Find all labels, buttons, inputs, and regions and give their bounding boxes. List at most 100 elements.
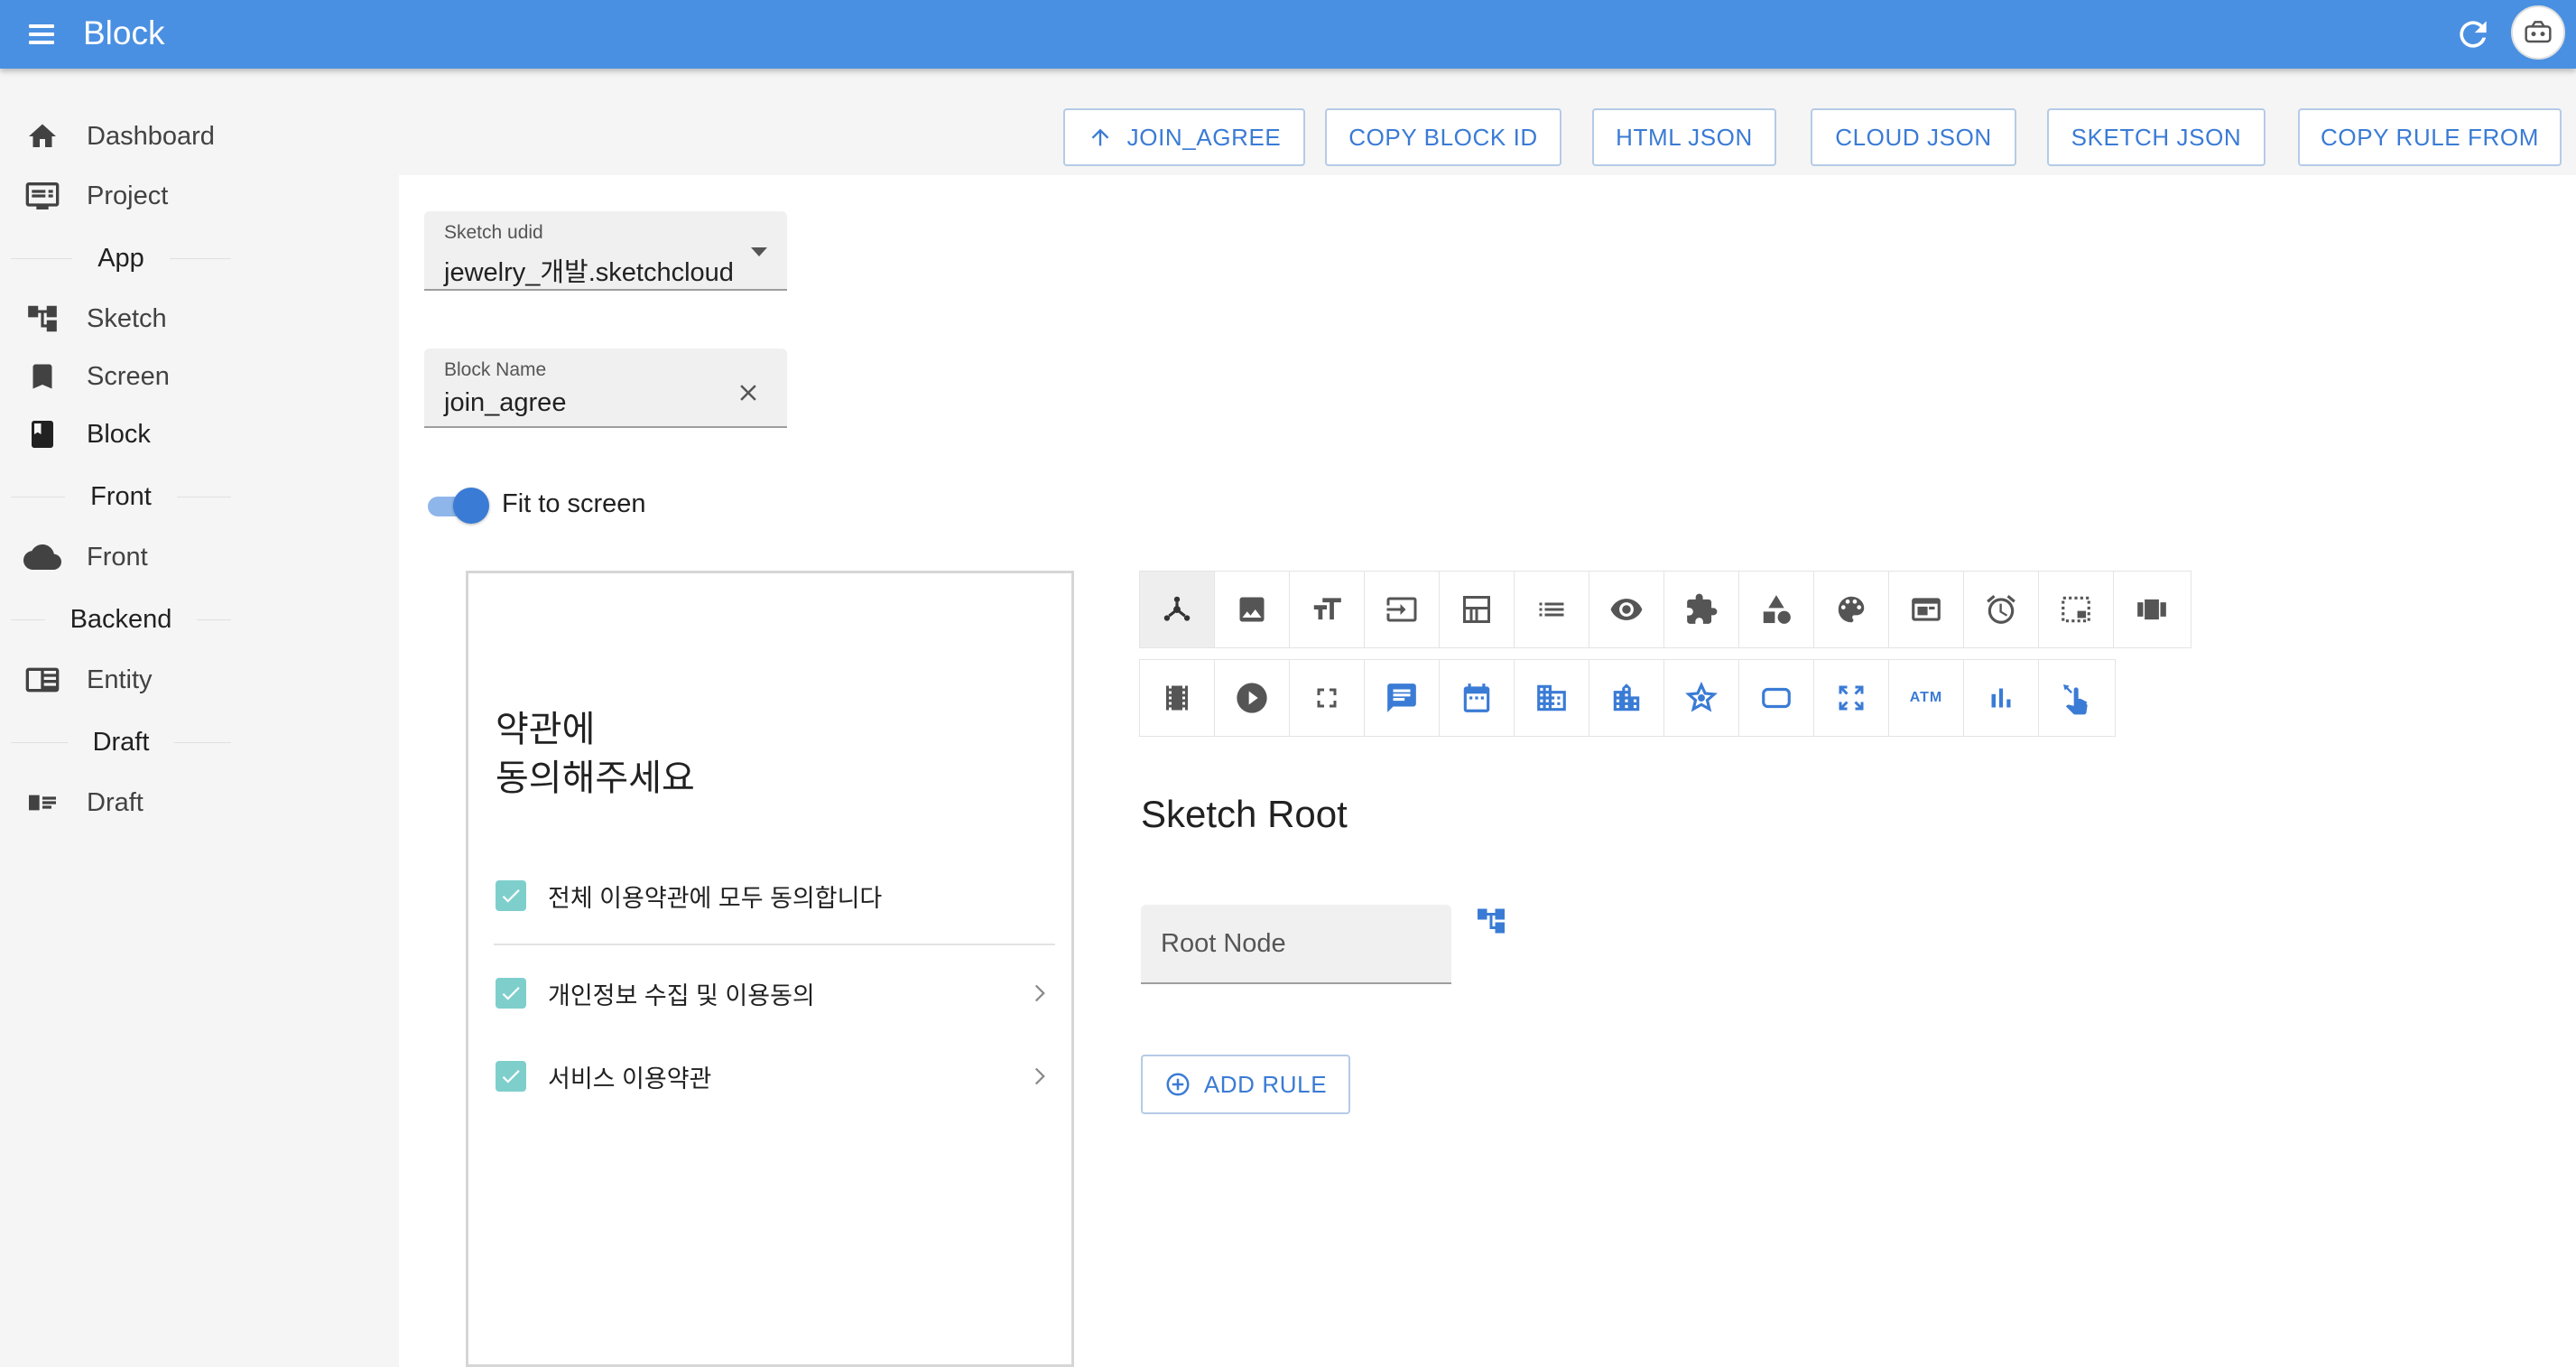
cloud-json-button[interactable]: CLOUD JSON: [1811, 108, 2016, 166]
copy-rule-from-label: COPY RULE FROM: [2321, 123, 2539, 151]
chevron-right-icon[interactable]: [1024, 1061, 1055, 1092]
table-icon: [22, 659, 63, 701]
privacy-agree-row[interactable]: 개인정보 수집 및 이용동의: [496, 972, 1055, 1014]
bookmark-icon: [22, 356, 63, 397]
palette-icon[interactable]: [1814, 572, 1889, 647]
join-agree-label: JOIN_AGREE: [1126, 123, 1282, 151]
dropdown-arrow-icon[interactable]: [751, 247, 767, 256]
atm-text: ATM: [1909, 690, 1943, 705]
sketch-udid-value: jewelry_개발.sketchcloud: [444, 258, 734, 287]
swipe-icon[interactable]: [2039, 660, 2114, 736]
html-json-label: HTML JSON: [1616, 123, 1753, 151]
rounded-rect-icon[interactable]: [1739, 660, 1814, 736]
image-icon[interactable]: [1215, 572, 1290, 647]
play-icon[interactable]: [1215, 660, 1290, 736]
add-rule-label: ADD RULE: [1203, 1070, 1328, 1098]
sketch-udid-select[interactable]: Sketch udid jewelry_개발.sketchcloud: [424, 211, 787, 291]
join-agree-button[interactable]: JOIN_AGREE: [1063, 108, 1305, 166]
sidebar-item-sketch[interactable]: Sketch: [22, 293, 383, 345]
privacy-agree-checkbox[interactable]: [496, 978, 526, 1009]
shapes-icon[interactable]: [1739, 572, 1814, 647]
app-bar: Block: [0, 0, 2576, 69]
add-rule-button[interactable]: ADD RULE: [1141, 1055, 1350, 1114]
copy-block-id-label: COPY BLOCK ID: [1348, 123, 1538, 151]
id-card-icon: [22, 782, 63, 823]
cloud-icon: [22, 536, 63, 578]
tree-structure-icon[interactable]: [1475, 905, 1507, 937]
selection-icon[interactable]: [2039, 572, 2114, 647]
sidebar-item-draft[interactable]: Draft: [22, 776, 383, 829]
fullscreen-icon[interactable]: [1290, 660, 1365, 736]
section-label: Draft: [92, 727, 150, 757]
atm-icon[interactable]: ATM: [1889, 660, 1964, 736]
arrow-up-icon: [1091, 128, 1108, 146]
clear-icon[interactable]: [735, 379, 762, 406]
privacy-agree-label: 개인정보 수집 및 이용동의: [548, 981, 815, 1009]
list-icon[interactable]: [1515, 572, 1589, 647]
sidebar-item-front[interactable]: Front: [22, 531, 383, 583]
puzzle-icon[interactable]: [1664, 572, 1739, 647]
block-preview: 약관에 동의해주세요 전체 이용약관에 모두 동의합니다 개인정보 수집 및 이…: [466, 571, 1074, 1367]
divider: [494, 944, 1055, 945]
text-size-icon[interactable]: [1290, 572, 1365, 647]
star-icon[interactable]: [1664, 660, 1739, 736]
sidebar-item-label: Dashboard: [87, 121, 215, 151]
chevron-right-icon[interactable]: [1024, 978, 1055, 1009]
preview-heading: 약관에 동의해주세요: [496, 705, 695, 803]
terms-agree-checkbox[interactable]: [496, 1061, 526, 1092]
terms-agree-row[interactable]: 서비스 이용약관: [496, 1055, 1055, 1097]
film-icon[interactable]: [1140, 660, 1215, 736]
sidebar-item-dashboard[interactable]: Dashboard: [22, 110, 383, 163]
section-label: App: [97, 243, 144, 273]
terms-agree-label: 서비스 이용약관: [548, 1065, 712, 1093]
sidebar: Dashboard Project App Sketch Screen Bloc…: [0, 69, 399, 1367]
sketch-json-button[interactable]: SKETCH JSON: [2047, 108, 2266, 166]
copy-rule-from-button[interactable]: COPY RULE FROM: [2298, 108, 2562, 166]
agree-all-checkbox[interactable]: [496, 880, 526, 911]
copy-block-id-button[interactable]: COPY BLOCK ID: [1325, 108, 1561, 166]
section-front: Front: [11, 479, 231, 515]
menu-icon[interactable]: [25, 18, 58, 51]
sidebar-item-label: Entity: [87, 665, 153, 694]
building-icon[interactable]: [1515, 660, 1589, 736]
hierarchy-icon[interactable]: [1140, 572, 1215, 647]
bar-chart-icon[interactable]: [1964, 660, 2039, 736]
fit-to-screen-label: Fit to screen: [502, 489, 646, 518]
cloud-json-label: CLOUD JSON: [1835, 123, 1992, 151]
book-icon: [22, 414, 63, 455]
block-name-label: Block Name: [444, 359, 547, 380]
sidebar-item-label: Block: [87, 419, 151, 449]
sidebar-item-label: Screen: [87, 361, 170, 391]
component-toolbar-row1: [1139, 571, 2191, 648]
html-json-button[interactable]: HTML JSON: [1592, 108, 1776, 166]
alarm-icon[interactable]: [1964, 572, 2039, 647]
calendar-icon[interactable]: [1440, 660, 1515, 736]
tree-structure-icon: [22, 298, 63, 339]
sidebar-item-block[interactable]: Block: [22, 408, 383, 460]
expand-icon[interactable]: [1814, 660, 1889, 736]
section-draft: Draft: [11, 724, 231, 760]
web-layout-icon[interactable]: [1889, 572, 1964, 647]
input-icon[interactable]: [1365, 572, 1440, 647]
sidebar-item-project[interactable]: Project: [22, 170, 383, 222]
block-name-field[interactable]: Block Name join_agree: [424, 349, 787, 428]
layout-icon[interactable]: [1440, 572, 1515, 647]
root-node-field[interactable]: Root Node: [1141, 905, 1451, 984]
eye-icon[interactable]: [1589, 572, 1664, 647]
home-icon: [22, 116, 63, 157]
block-name-value[interactable]: join_agree: [444, 388, 566, 418]
sidebar-item-label: Project: [87, 181, 169, 210]
agree-all-label: 전체 이용약관에 모두 동의합니다: [548, 884, 883, 912]
avatar[interactable]: [2511, 5, 2565, 60]
refresh-icon[interactable]: [2453, 14, 2493, 54]
chat-icon[interactable]: [1365, 660, 1440, 736]
sketch-udid-label: Sketch udid: [444, 222, 543, 243]
sidebar-item-entity[interactable]: Entity: [22, 654, 383, 706]
section-label: Front: [90, 481, 152, 511]
preview-heading-line1: 약관에: [496, 710, 596, 749]
fit-to-screen-toggle[interactable]: [426, 488, 489, 524]
carousel-icon[interactable]: [2114, 572, 2189, 647]
city-icon[interactable]: [1589, 660, 1664, 736]
agree-all-row[interactable]: 전체 이용약관에 모두 동의합니다: [496, 875, 1055, 916]
sidebar-item-screen[interactable]: Screen: [22, 350, 383, 403]
